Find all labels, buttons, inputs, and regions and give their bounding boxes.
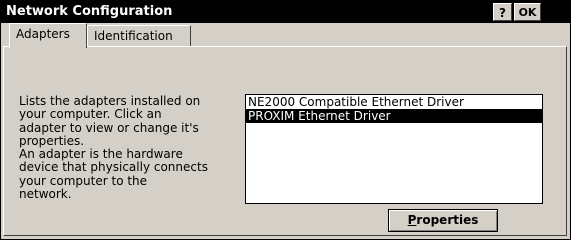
adapters-listbox[interactable]: NE2000 Compatible Ethernet Driver PROXIM… xyxy=(245,94,543,204)
tab-identification[interactable]: Identification xyxy=(87,25,191,47)
window-title: Network Configuration xyxy=(6,4,173,19)
ok-button[interactable]: OK xyxy=(514,3,541,21)
tab-adapters[interactable]: Adapters xyxy=(9,23,87,48)
adapters-description: Lists the adapters installed on your com… xyxy=(19,94,208,202)
close-button[interactable]: × xyxy=(545,3,567,21)
network-configuration-window: Network Configuration ? OK × Adapters Id… xyxy=(0,0,571,240)
help-button[interactable]: ? xyxy=(493,3,512,21)
properties-button[interactable]: Properties xyxy=(388,209,498,232)
title-bar[interactable]: Network Configuration ? OK × xyxy=(1,1,570,23)
list-item[interactable]: NE2000 Compatible Ethernet Driver xyxy=(246,95,542,109)
properties-button-label: roperties xyxy=(416,213,479,227)
tab-strip: Adapters Identification xyxy=(1,23,570,48)
list-item-selected[interactable]: PROXIM Ethernet Driver xyxy=(246,109,542,123)
